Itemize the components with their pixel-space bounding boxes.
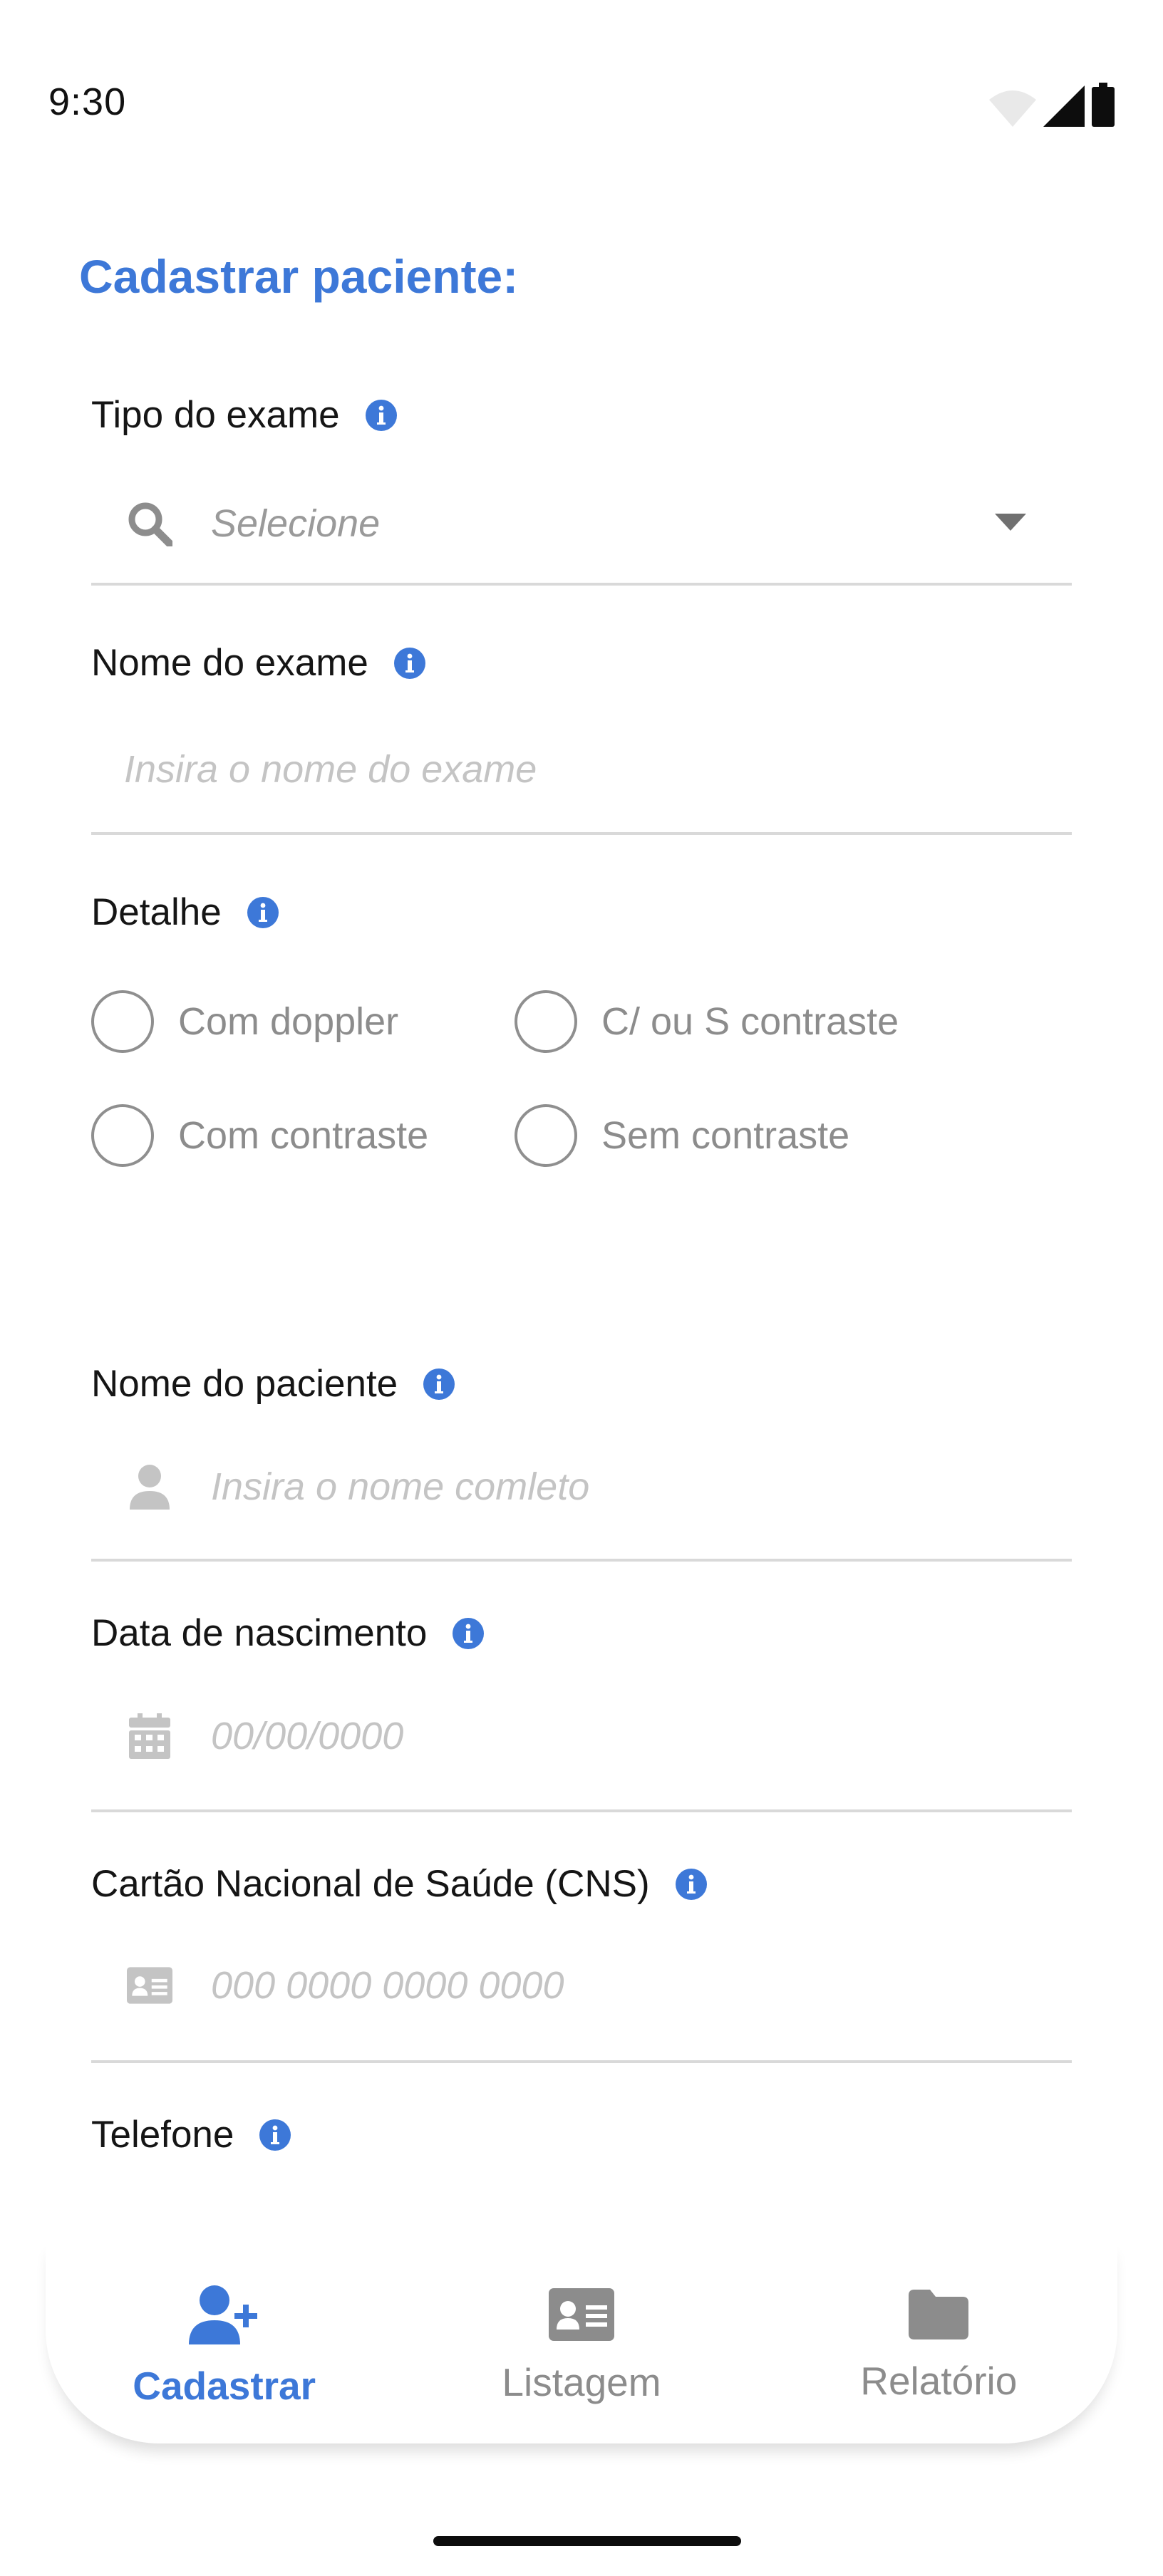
battery-icon xyxy=(1092,83,1115,127)
user-plus-icon xyxy=(188,2285,257,2344)
phone-label: Telefone xyxy=(91,2113,291,2156)
radio-c-ou-s-contraste[interactable]: C/ ou S contraste xyxy=(515,990,899,1053)
detail-label: Detalhe xyxy=(91,890,279,934)
search-icon xyxy=(127,501,172,546)
cns-label: Cartão Nacional de Saúde (CNS) xyxy=(91,1862,707,1906)
radio-com-contraste[interactable]: Com contraste xyxy=(91,1104,428,1167)
radio-com-doppler[interactable]: Com doppler xyxy=(91,990,398,1053)
info-icon[interactable] xyxy=(453,1617,485,1649)
radio-circle[interactable] xyxy=(91,990,154,1053)
nav-item-cadastrar[interactable]: Cadastrar xyxy=(75,2272,374,2409)
radio-circle[interactable] xyxy=(515,990,577,1053)
cns-placeholder: 000 0000 0000 0000 xyxy=(211,1964,564,2007)
cns-input[interactable]: 000 0000 0000 0000 xyxy=(91,1932,1072,2039)
exam-name-label-text: Nome do exame xyxy=(91,642,368,684)
status-icons xyxy=(989,83,1115,127)
folder-icon xyxy=(909,2290,969,2339)
signal-icon xyxy=(1043,85,1085,127)
home-indicator xyxy=(433,2536,741,2546)
info-icon[interactable] xyxy=(247,896,279,928)
user-icon xyxy=(127,1464,172,1510)
radio-circle[interactable] xyxy=(515,1104,577,1167)
exam-type-select[interactable]: Selecione xyxy=(91,470,1072,577)
page-title: Cadastrar paciente: xyxy=(79,250,519,303)
wifi-icon xyxy=(989,90,1036,127)
nav-item-listagem[interactable]: Listagem xyxy=(432,2275,731,2405)
exam-name-placeholder: Insira o nome do exame xyxy=(124,748,537,791)
birth-date-label: Data de nascimento xyxy=(91,1611,485,1655)
nav-label: Listagem xyxy=(502,2360,661,2404)
radio-sem-contraste[interactable]: Sem contraste xyxy=(515,1104,849,1167)
divider xyxy=(91,832,1072,835)
nav-label: Cadastrar xyxy=(133,2364,316,2408)
divider xyxy=(91,583,1072,586)
info-icon[interactable] xyxy=(675,1868,707,1900)
radio-label: Sem contraste xyxy=(601,1114,850,1157)
cns-label-text: Cartão Nacional de Saúde (CNS) xyxy=(91,1863,650,1905)
exam-name-label: Nome do exame xyxy=(91,641,425,685)
chevron-down-icon xyxy=(995,513,1026,534)
radio-label: Com doppler xyxy=(178,1000,399,1043)
exam-name-input[interactable]: Insira o nome do exame xyxy=(91,716,1072,823)
radio-label: Com contraste xyxy=(178,1114,429,1157)
divider xyxy=(91,1559,1072,1562)
patient-name-placeholder: Insira o nome comleto xyxy=(211,1465,590,1508)
info-icon[interactable] xyxy=(365,399,397,431)
info-icon[interactable] xyxy=(423,1368,455,1400)
info-icon[interactable] xyxy=(259,2119,291,2151)
divider xyxy=(91,1809,1072,1812)
patient-name-label-text: Nome do paciente xyxy=(91,1363,398,1405)
id-card-icon xyxy=(548,2288,614,2341)
status-time: 9:30 xyxy=(48,80,127,123)
info-icon[interactable] xyxy=(393,647,425,679)
exam-type-label: Tipo do exame xyxy=(91,393,397,437)
birth-date-input[interactable]: 00/00/0000 xyxy=(91,1683,1072,1790)
nav-label: Relatório xyxy=(860,2359,1018,2403)
exam-type-label-text: Tipo do exame xyxy=(91,394,340,436)
birth-date-label-text: Data de nascimento xyxy=(91,1612,428,1654)
patient-name-input[interactable]: Insira o nome comleto xyxy=(91,1433,1072,1540)
exam-type-placeholder: Selecione xyxy=(211,502,381,545)
detail-label-text: Detalhe xyxy=(91,891,222,933)
patient-name-label: Nome do paciente xyxy=(91,1362,455,1406)
bottom-nav: Cadastrar Listagem Relatório xyxy=(46,2237,1117,2443)
radio-label: C/ ou S contraste xyxy=(601,1000,899,1043)
birth-date-placeholder: 00/00/0000 xyxy=(211,1715,404,1757)
calendar-icon xyxy=(127,1713,172,1759)
divider xyxy=(91,2060,1072,2063)
id-card-icon xyxy=(127,1963,172,2008)
phone-label-text: Telefone xyxy=(91,2114,234,2156)
nav-item-relatorio[interactable]: Relatório xyxy=(789,2277,1088,2404)
radio-circle[interactable] xyxy=(91,1104,154,1167)
